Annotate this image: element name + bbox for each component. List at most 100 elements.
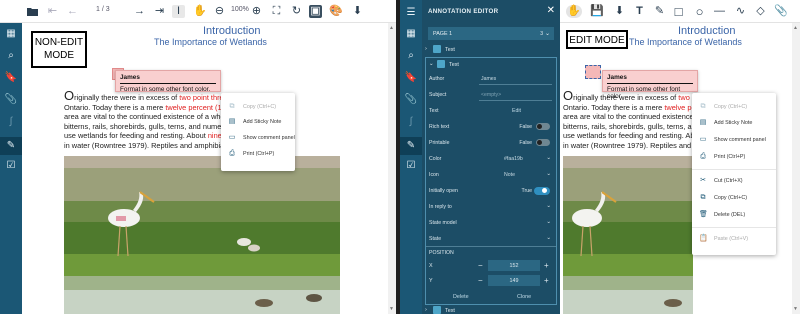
prop-initially-open: Initially open True (426, 183, 556, 199)
polyline-tool-icon[interactable]: ∿ (734, 5, 747, 18)
scroll-up-icon[interactable]: ▲ (389, 25, 394, 31)
ctx-add-sticky-note[interactable]: ▤ Add Sticky Note (692, 117, 776, 129)
chevron-down-icon: ⌄ (546, 171, 551, 177)
ctx-copy-annotation[interactable]: ⧉ Copy (Ctrl+C) (692, 192, 776, 204)
ctx-print[interactable]: ⎙ Print (Ctrl+P) (692, 151, 776, 163)
attach-file-icon[interactable]: 📎 (774, 5, 788, 18)
delete-button[interactable]: Delete (453, 294, 469, 300)
chevron-right-icon: › (425, 307, 427, 313)
zoom-out-icon[interactable]: ⊖ (213, 5, 226, 18)
save-icon[interactable]: 💾 (590, 5, 604, 18)
ctx-add-sticky-note[interactable]: ▤ Add Sticky Note (221, 116, 295, 128)
ctx-show-comment-panel[interactable]: ▭ Show comment panel (221, 132, 295, 144)
text-tool-icon[interactable]: T (633, 5, 646, 18)
prop-printable: Printable False (426, 135, 556, 151)
search-icon[interactable]: ⌕ (4, 49, 18, 63)
ctx-copy[interactable]: ⧉ Copy (Ctrl+C) (221, 101, 295, 113)
rectangle-tool-icon[interactable]: □ (672, 5, 685, 18)
download-icon[interactable]: ⬇ (351, 5, 364, 18)
text-edit-link[interactable]: Edit (512, 108, 521, 114)
initially-open-toggle[interactable] (534, 187, 550, 195)
close-icon[interactable]: ✕ (547, 5, 555, 16)
ctx-show-comment-panel[interactable]: ▭ Show comment panel (692, 134, 776, 146)
scroll-up-icon[interactable]: ▲ (793, 25, 798, 31)
annotation-panel-icon[interactable]: ▣ (309, 5, 322, 18)
x-decrement-button[interactable]: − (478, 261, 483, 270)
signature-icon[interactable]: ∫ (404, 115, 418, 129)
color-select[interactable]: #faa19b ⌄ (502, 153, 552, 165)
menu-icon[interactable]: ☰ (404, 6, 418, 20)
line-tool-icon[interactable]: — (713, 5, 726, 18)
search-icon[interactable]: ⌕ (404, 49, 418, 63)
hand-pan-icon[interactable]: ✋ (566, 5, 582, 18)
fit-page-icon[interactable]: ⛶ (270, 5, 283, 18)
palette-icon[interactable]: 🎨 (329, 5, 343, 18)
ctx-print[interactable]: ⎙ Print (Ctrl+P) (221, 148, 295, 160)
rich-text-toggle[interactable] (536, 123, 550, 130)
zoom-in-icon[interactable]: ⊕ (250, 5, 263, 18)
y-increment-button[interactable]: + (544, 276, 549, 285)
chevron-down-icon: ⌄ (546, 203, 551, 209)
vertical-scrollbar[interactable]: ▲ ▼ (792, 23, 800, 314)
first-page-icon[interactable]: ⇤ (46, 5, 59, 18)
vertical-scrollbar[interactable]: ▲ ▼ (388, 23, 396, 314)
page-indicator[interactable]: 1 / 3 (96, 6, 110, 13)
sticky-note-icon: ▤ (699, 119, 707, 126)
last-page-icon[interactable]: ⇥ (153, 5, 166, 18)
prop-label: In reply to (429, 204, 452, 210)
annotation-tree-item-expanded[interactable]: ⌄ Text (426, 58, 556, 71)
attachment-icon[interactable]: 📎 (404, 93, 418, 107)
hand-pan-icon[interactable]: ✋ (193, 5, 207, 18)
context-menu: ⧉ Copy (Ctrl+C) ▤ Add Sticky Note ▭ Show… (692, 93, 776, 255)
bookmark-icon[interactable]: 🔖 (404, 71, 418, 85)
y-decrement-button[interactable]: − (478, 276, 483, 285)
bookmark-icon[interactable]: 🔖 (4, 71, 18, 85)
next-page-icon[interactable]: → (133, 5, 146, 18)
printable-toggle[interactable] (536, 139, 550, 146)
icon-select[interactable]: Note ⌄ (502, 169, 552, 181)
pen-tool-icon[interactable]: ✎ (653, 5, 666, 18)
ctx-label: Cut (Ctrl+X) (714, 178, 743, 184)
doc-subtitle: The Importance of Wetlands (154, 37, 267, 47)
x-increment-button[interactable]: + (544, 261, 549, 270)
state-select[interactable]: ⌄ (479, 233, 552, 245)
prop-label: Icon (429, 172, 439, 178)
position-y-input[interactable]: 149 (488, 275, 540, 286)
attachment-icon[interactable]: 📎 (4, 93, 18, 107)
position-x-input[interactable]: 152 (488, 260, 540, 271)
position-x-row: X − 152 + (426, 259, 556, 273)
scroll-down-icon[interactable]: ▼ (793, 306, 798, 312)
ctx-copy[interactable]: ⧉ Copy (Ctrl+C) (692, 101, 776, 113)
annotate-pen-icon[interactable]: ✎ (0, 137, 22, 155)
annotation-tree-item[interactable]: › Text (422, 304, 560, 314)
sticky-note-popup[interactable]: James Format in some other font color. (115, 70, 221, 93)
author-field[interactable]: James (479, 73, 552, 85)
thumbnails-icon[interactable]: ▦ (4, 27, 18, 41)
ctx-label: Delete (DEL) (714, 212, 746, 218)
shape-tool-icon[interactable]: ◇ (754, 5, 767, 18)
ctx-paste[interactable]: 📋 Paste (Ctrl+V) (692, 233, 776, 245)
ctx-cut[interactable]: ✂ Cut (Ctrl+X) (692, 175, 776, 187)
stamp-icon[interactable]: ⬇ (613, 5, 626, 18)
signature-icon[interactable]: ∫ (4, 115, 18, 129)
scroll-down-icon[interactable]: ▼ (389, 306, 394, 312)
sticky-note-popup[interactable]: James Format in some other font color. (602, 70, 698, 100)
text-select-icon[interactable]: I (172, 5, 185, 18)
clone-button[interactable]: Clone (517, 294, 531, 300)
in-reply-to-select[interactable]: ⌄ (479, 201, 552, 213)
rotate-icon[interactable]: ↻ (290, 5, 303, 18)
annotation-tree-item[interactable]: › Text (422, 43, 560, 56)
annotate-pen-icon[interactable]: ✎ (400, 137, 422, 155)
previous-page-icon[interactable]: ← (66, 5, 79, 18)
open-folder-icon[interactable] (26, 5, 39, 18)
subject-field[interactable]: <empty> (479, 89, 552, 101)
zoom-level[interactable]: 100% (231, 6, 249, 13)
page-select[interactable]: PAGE 1 3 ⌄ (428, 27, 554, 40)
thumbnails-icon[interactable]: ▦ (404, 27, 418, 41)
ellipse-tool-icon[interactable]: ○ (693, 5, 706, 18)
edit-form-icon[interactable]: ☑ (404, 159, 418, 173)
sticky-note-marker-selected[interactable] (585, 65, 601, 79)
edit-form-icon[interactable]: ☑ (4, 159, 18, 173)
ctx-delete[interactable]: 🗑 Delete (DEL) (692, 209, 776, 221)
state-model-select[interactable]: ⌄ (479, 217, 552, 229)
